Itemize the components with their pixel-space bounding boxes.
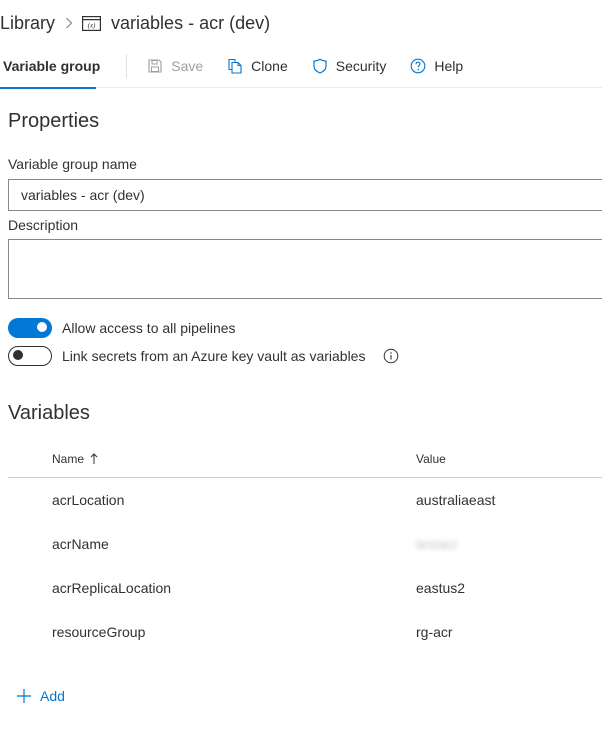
table-row[interactable]: acrReplicaLocation eastus2 — [8, 566, 602, 610]
variable-name[interactable]: acrName — [8, 536, 416, 552]
variable-name[interactable]: acrLocation — [8, 492, 416, 508]
column-header-name[interactable]: Name — [8, 452, 416, 466]
table-row[interactable]: acrLocation australiaeast — [8, 478, 602, 522]
allow-access-row: Allow access to all pipelines — [8, 318, 236, 338]
description-input[interactable] — [8, 239, 602, 299]
sort-ascending-icon — [90, 452, 98, 465]
plus-icon — [16, 688, 32, 704]
breadcrumb: Library (x) variables - acr (dev) — [0, 10, 270, 36]
link-secrets-row: Link secrets from an Azure key vault as … — [8, 346, 399, 366]
toolbar: Variable group Save Clone Security Help — [0, 44, 602, 89]
properties-heading: Properties — [8, 110, 100, 132]
variable-group-name-label: Variable group name — [8, 156, 137, 172]
info-icon[interactable] — [383, 348, 399, 364]
variable-group-name-input[interactable] — [8, 179, 602, 211]
link-secrets-label: Link secrets from an Azure key vault as … — [62, 348, 366, 364]
column-header-value[interactable]: Value — [416, 452, 446, 466]
allow-access-toggle[interactable] — [8, 318, 52, 338]
variable-name[interactable]: resourceGroup — [8, 624, 416, 640]
toggle-knob — [37, 322, 47, 332]
variable-value[interactable]: testacr — [416, 536, 458, 552]
variables-heading: Variables — [8, 402, 90, 424]
breadcrumb-library-link[interactable]: Library — [0, 13, 55, 34]
toolbar-divider — [126, 53, 128, 78]
link-secrets-toggle[interactable] — [8, 346, 52, 366]
breadcrumb-current: variables - acr (dev) — [111, 12, 271, 33]
chevron-right-icon — [65, 17, 73, 29]
svg-text:(x): (x) — [88, 21, 96, 29]
variable-value[interactable]: australiaeast — [416, 492, 495, 508]
tab-variable-group[interactable]: Variable group — [0, 44, 126, 89]
save-label: Save — [171, 57, 204, 74]
table-header: Name Value — [8, 440, 602, 478]
variable-name[interactable]: acrReplicaLocation — [8, 580, 416, 596]
security-button[interactable]: Security — [312, 57, 387, 74]
save-icon — [147, 58, 163, 74]
clone-icon — [227, 58, 243, 74]
variable-value[interactable]: eastus2 — [416, 580, 465, 596]
variable-group-icon: (x) — [82, 15, 102, 31]
clone-label: Clone — [251, 57, 288, 74]
column-header-name-label: Name — [52, 451, 85, 466]
description-label: Description — [8, 217, 79, 233]
help-icon — [410, 58, 426, 74]
help-button[interactable]: Help — [410, 58, 463, 74]
add-variable-button[interactable]: Add — [16, 688, 65, 704]
table-row[interactable]: acrName testacr — [8, 522, 602, 566]
add-label: Add — [40, 688, 65, 704]
help-label: Help — [434, 57, 464, 74]
table-row[interactable]: resourceGroup rg-acr — [8, 610, 602, 654]
allow-access-label: Allow access to all pipelines — [62, 320, 236, 336]
security-label: Security — [335, 57, 387, 74]
shield-icon — [312, 57, 328, 74]
save-button[interactable]: Save — [147, 58, 203, 74]
variable-value[interactable]: rg-acr — [416, 624, 453, 640]
toggle-knob — [13, 350, 23, 360]
clone-button[interactable]: Clone — [227, 58, 288, 74]
variables-table: Name Value acrLocation australiaeast acr… — [8, 440, 602, 654]
